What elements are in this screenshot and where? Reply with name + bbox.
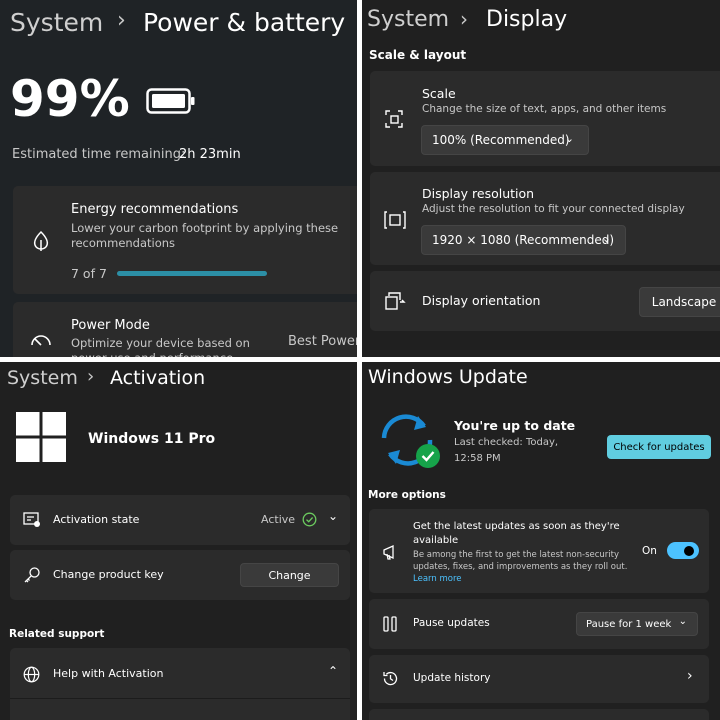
resolution-dropdown-value: 1920 × 1080 (Recommended) <box>432 233 615 247</box>
power-mode-desc: Optimize your device based on power use … <box>71 336 250 357</box>
update-history-label: Update history <box>413 672 491 684</box>
energy-count: 7 of 7 <box>71 266 107 281</box>
activation-state-label: Activation state <box>53 513 140 526</box>
latest-updates-card: Get the latest updates as soon as they'r… <box>369 509 709 593</box>
scale-icon <box>384 109 404 129</box>
learn-more-link[interactable]: Learn more <box>413 574 461 584</box>
breadcrumb-separator: › <box>460 7 468 31</box>
check-for-updates-button[interactable]: Check for updates <box>607 435 711 459</box>
estimate-value: 2h 23min <box>179 147 241 162</box>
key-icon <box>23 566 41 584</box>
power-mode-value[interactable]: Best Power <box>288 334 357 349</box>
chevron-down-icon: ⌄ <box>678 616 687 627</box>
change-button[interactable]: Change <box>240 563 339 587</box>
scale-title: Scale <box>422 86 456 101</box>
section-heading: Scale & layout <box>369 48 467 62</box>
product-key-label: Change product key <box>53 568 164 581</box>
latest-updates-desc: Be among the first to get the latest non… <box>413 550 628 572</box>
estimate-label: Estimated time remaining: <box>12 147 186 162</box>
page-title: Activation <box>110 367 206 389</box>
change-button-label: Change <box>268 568 311 582</box>
activation-state-value: Active <box>261 513 296 526</box>
scale-dropdown-value: 100% (Recommended) <box>432 133 570 147</box>
scale-card: Scale Change the size of text, apps, and… <box>370 71 720 166</box>
pause-duration-dropdown[interactable]: Pause for 1 week ⌄ <box>576 612 698 636</box>
orientation-icon <box>384 291 406 311</box>
last-checked: Last checked: Today, 12:58 PM <box>454 437 559 464</box>
breadcrumb-system[interactable]: System <box>367 7 449 32</box>
resolution-dropdown[interactable]: 1920 × 1080 (Recommended) ⌄ <box>421 225 626 255</box>
help-activation-divider <box>10 698 350 699</box>
megaphone-icon <box>382 544 400 560</box>
breadcrumb-separator: › <box>117 8 126 33</box>
orientation-title: Display orientation <box>422 293 541 308</box>
page-title: Windows Update <box>368 366 528 388</box>
activation-state-row[interactable]: Activation state Active ⌄ <box>10 495 350 545</box>
display-panel: System › Display Scale & layout Scale Ch… <box>362 0 720 357</box>
pause-updates-card: Pause updates Pause for 1 week ⌄ <box>369 599 709 649</box>
battery-icon <box>146 88 196 114</box>
resolution-card: Display resolution Adjust the resolution… <box>370 172 720 265</box>
scale-desc: Change the size of text, apps, and other… <box>422 103 667 115</box>
toggle-state-label: On <box>642 545 657 557</box>
pause-duration-value: Pause for 1 week <box>586 618 672 630</box>
breadcrumb-system[interactable]: System <box>10 8 103 37</box>
update-status-title: You're up to date <box>454 418 576 433</box>
chevron-down-icon[interactable]: ⌄ <box>328 509 338 523</box>
resolution-title: Display resolution <box>422 186 535 201</box>
related-support-heading: Related support <box>9 628 105 640</box>
pause-updates-label: Pause updates <box>413 617 490 629</box>
windows-logo-icon <box>16 412 66 462</box>
check-for-updates-label: Check for updates <box>613 441 705 453</box>
orientation-dropdown[interactable]: Landscape <box>639 287 720 317</box>
resolution-desc: Adjust the resolution to fit your connec… <box>422 203 685 215</box>
help-activation-label: Help with Activation <box>53 667 164 680</box>
breadcrumb-system[interactable]: System <box>7 367 78 389</box>
activation-icon <box>23 512 41 528</box>
energy-title: Energy recommendations <box>71 202 239 217</box>
history-icon <box>382 670 399 687</box>
chevron-up-icon[interactable]: ⌃ <box>328 664 338 678</box>
sync-status-icon <box>374 410 442 470</box>
update-history-card[interactable]: Update history › <box>369 655 709 703</box>
toggle-knob <box>684 545 694 556</box>
energy-desc: Lower your carbon footprint by applying … <box>71 221 339 250</box>
power-mode-title: Power Mode <box>71 318 150 333</box>
resolution-icon <box>384 210 406 230</box>
power-battery-panel: System › Power & battery 99% Estimated t… <box>0 0 357 357</box>
latest-updates-toggle[interactable] <box>667 542 699 559</box>
energy-progress-track <box>117 271 267 276</box>
chevron-down-icon: ⌄ <box>564 132 574 145</box>
power-mode-card[interactable]: Power Mode Optimize your device based on… <box>13 302 357 357</box>
energy-progress-fill <box>117 271 267 276</box>
chevron-down-icon: ⌄ <box>601 232 611 245</box>
orientation-dropdown-value: Landscape <box>651 295 717 309</box>
page-title: Power & battery <box>143 8 346 37</box>
battery-percent: 99% <box>10 70 130 128</box>
breadcrumb-separator: › <box>87 366 95 387</box>
energy-recommendations-card[interactable]: Energy recommendations Lower your carbon… <box>13 186 357 294</box>
pause-icon <box>382 616 398 632</box>
windows-edition: Windows 11 Pro <box>88 431 216 447</box>
gauge-icon <box>29 330 53 350</box>
next-row-card <box>369 709 709 720</box>
globe-icon <box>23 666 40 683</box>
activation-panel: System › Activation Windows 11 Pro Activ… <box>0 362 357 720</box>
chevron-right-icon: › <box>687 668 693 684</box>
help-activation-row[interactable]: Help with Activation ⌃ <box>10 648 350 720</box>
page-title: Display <box>486 7 568 32</box>
more-options-heading: More options <box>368 489 446 501</box>
scale-dropdown[interactable]: 100% (Recommended) ⌄ <box>421 125 589 155</box>
windows-update-panel: Windows Update You're up to date Last ch… <box>362 362 720 720</box>
latest-updates-title: Get the latest updates as soon as they'r… <box>413 521 620 546</box>
check-circle-icon <box>302 512 317 527</box>
product-key-row: Change product key Change <box>10 550 350 600</box>
leaf-icon <box>31 230 51 252</box>
orientation-card: Display orientation Landscape <box>370 271 720 331</box>
